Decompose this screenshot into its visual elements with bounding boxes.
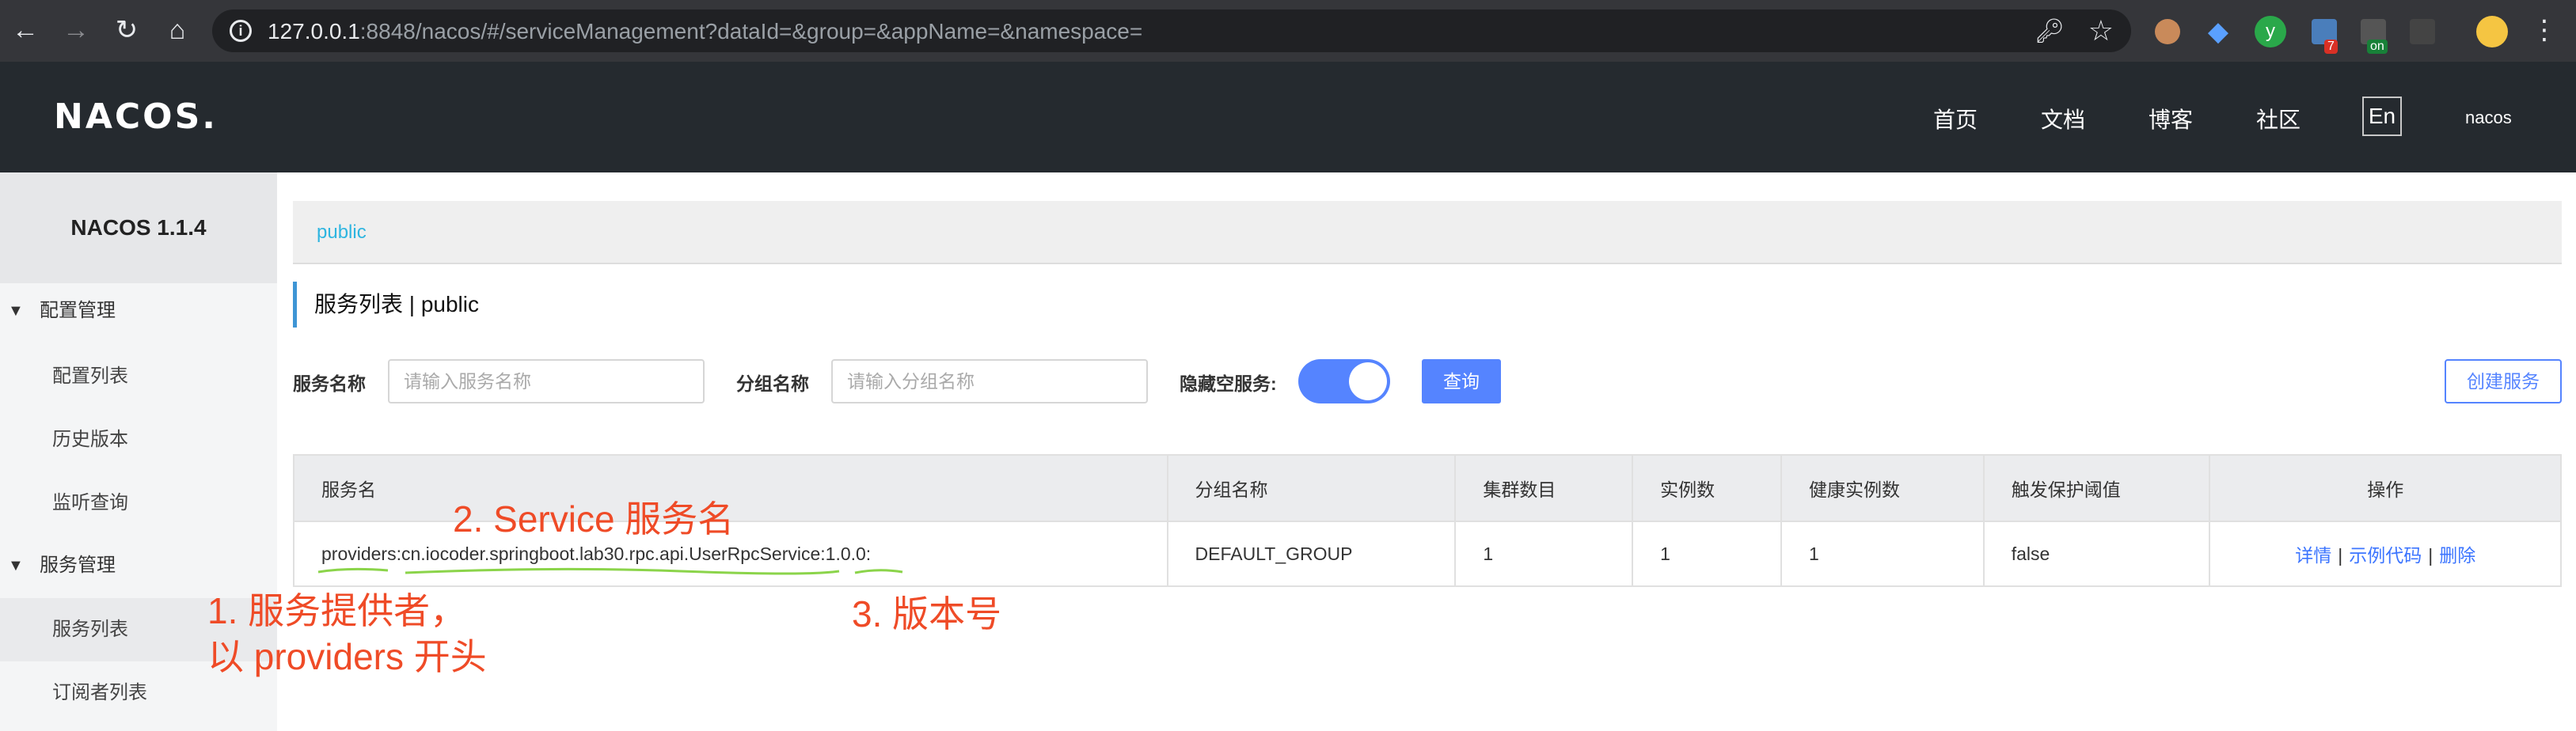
annotation-underlines [317, 567, 903, 575]
underline-version [854, 569, 903, 574]
underline-providers [317, 567, 389, 574]
underline-service-name [405, 567, 840, 575]
